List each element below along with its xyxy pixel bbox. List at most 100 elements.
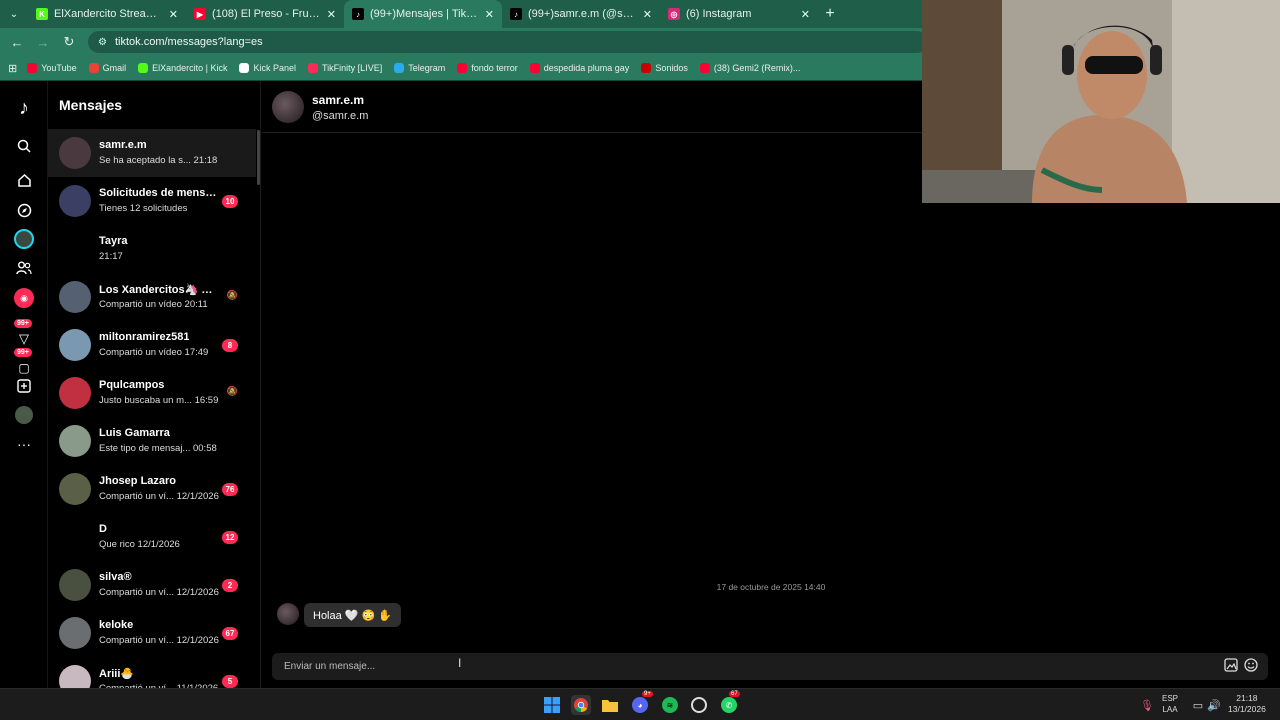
conversation-item[interactable]: Solicitudes de mensaj... Tienes 12 solic…	[48, 177, 256, 225]
windows-start-icon[interactable]	[542, 695, 562, 715]
bookmark-label: ElXandercito | Kick	[152, 63, 228, 73]
browser-tab[interactable]: ◎ (6) Instagram ✕	[660, 0, 818, 28]
conversation-item[interactable]: miltonramirez581 Compartió un vídeo 17:4…	[48, 321, 256, 369]
tab-search-icon[interactable]: ⌄	[0, 0, 28, 28]
microphone-icon[interactable]: 🎙	[1137, 695, 1157, 715]
chat-avatar[interactable]	[272, 91, 304, 123]
conversation-preview: Tienes 12 solicitudes	[99, 203, 188, 214]
inbox-badge: 99+	[14, 319, 32, 328]
bookmark-item[interactable]: fondo terror	[457, 63, 518, 73]
search-icon[interactable]	[12, 134, 36, 158]
apps-icon[interactable]: ⊞	[8, 62, 17, 75]
bookmark-item[interactable]: despedida pluma gay	[529, 63, 629, 73]
conversation-item[interactable]: Jhosep Lazaro Compartió un ví... 12/1/20…	[48, 465, 256, 513]
tiktok-nav-rail: ♪ ◉ 99+ ▽ 99+ ▢ ···	[0, 81, 48, 688]
clock-time: 21:18	[1236, 693, 1258, 703]
chat-handle[interactable]: @samr.e.m	[312, 110, 368, 122]
forward-icon[interactable]: →	[32, 31, 54, 53]
unread-badge: 2	[222, 579, 238, 592]
conversation-item[interactable]: Los Xandercitos🦄 🍑 ... Compartió un víde…	[48, 273, 256, 321]
conversation-name: Solicitudes de mensaj...	[99, 187, 219, 199]
conversation-item[interactable]: D Que rico 12/1/2026 12	[48, 513, 256, 561]
obs-icon[interactable]	[689, 695, 709, 715]
bookmark-item[interactable]: Gmail	[88, 63, 126, 73]
discord-icon[interactable]: ◕ 9+	[630, 691, 653, 715]
tab-close-icon[interactable]: ✕	[643, 8, 652, 21]
conversation-list: Mensajes samr.e.m Se ha aceptado la s...…	[48, 81, 261, 688]
conversation-item[interactable]: samr.e.m Se ha aceptado la s... 21:18	[48, 129, 256, 177]
conversation-item[interactable]: Tayra 21:17	[48, 225, 256, 273]
unread-badge: 8	[222, 339, 238, 352]
spotify-icon[interactable]: ≋	[660, 695, 680, 715]
home-icon[interactable]	[12, 168, 36, 192]
clock[interactable]: 21:18 13/1/2026	[1228, 693, 1266, 715]
back-icon[interactable]: ←	[6, 31, 28, 53]
tab-close-icon[interactable]: ✕	[485, 8, 494, 21]
bookmark-item[interactable]: TikFinity [LIVE]	[308, 63, 382, 73]
tab-close-icon[interactable]: ✕	[169, 8, 178, 21]
whatsapp-icon[interactable]: ✆ 67	[719, 691, 740, 715]
reload-icon[interactable]: ↻	[58, 31, 80, 53]
friends-icon[interactable]	[12, 256, 36, 280]
bookmark-item[interactable]: (38) Gemi2 (Remix)...	[699, 63, 801, 73]
inbox-icon[interactable]: 99+ ▽	[12, 319, 36, 348]
live-icon[interactable]: ◉	[12, 286, 36, 310]
browser-tab[interactable]: ♪ (99+)samr.e.m (@samr.e.m) | Ti... ✕	[502, 0, 660, 28]
conversation-item[interactable]: Pqulcampos Justo buscaba un m... 16:59 🔕	[48, 369, 256, 417]
file-explorer-icon[interactable]	[600, 695, 620, 715]
browser-tab[interactable]: K ElXandercito Stream - Watch Li... ✕	[28, 0, 186, 28]
bookmark-label: (38) Gemi2 (Remix)...	[713, 63, 801, 73]
conversation-avatar	[59, 185, 91, 217]
webcam-overlay	[922, 0, 1280, 203]
conversation-name: Tayra	[99, 235, 128, 247]
live-avatar-icon[interactable]	[12, 227, 36, 251]
browser-tab[interactable]: ▶ (108) El Preso - Fruko y Sus Teso... ✕	[186, 0, 344, 28]
tab-close-icon[interactable]: ✕	[801, 8, 810, 21]
emoji-icon[interactable]	[1244, 658, 1258, 675]
tab-favicon-icon: ♪	[510, 8, 522, 20]
language-indicator[interactable]: ESP LAA	[1162, 693, 1178, 715]
tab-favicon-icon: ♪	[352, 8, 364, 20]
clock-date: 13/1/2026	[1228, 704, 1266, 714]
chrome-icon[interactable]	[571, 695, 591, 715]
conversation-item[interactable]: keloke Compartió un ví... 12/1/2026 67	[48, 609, 256, 657]
chat-username[interactable]: samr.e.m	[312, 93, 364, 107]
tiktok-logo-icon[interactable]: ♪	[12, 96, 36, 120]
url-field[interactable]: ⚙ tiktok.com/messages?lang=es	[88, 31, 928, 53]
conversation-item[interactable]: Luis Gamarra Este tipo de mensaj... 00:5…	[48, 417, 256, 465]
message-input[interactable]: Enviar un mensaje...	[272, 653, 1268, 680]
message-avatar[interactable]	[277, 603, 299, 625]
upload-icon[interactable]	[12, 374, 36, 398]
bookmark-label: fondo terror	[471, 63, 518, 73]
tab-close-icon[interactable]: ✕	[327, 8, 336, 21]
volume-icon[interactable]: 🔊	[1204, 695, 1224, 715]
conversation-name: Ariii🐣	[99, 668, 135, 680]
browser-tab[interactable]: ♪ (99+)Mensajes | TikTok ✕	[344, 0, 502, 28]
bookmark-favicon-icon	[641, 63, 652, 73]
tab-title: ElXandercito Stream - Watch Li...	[54, 8, 163, 20]
conversation-item[interactable]: silva® Compartió un ví... 12/1/2026 2	[48, 561, 256, 609]
site-info-icon[interactable]: ⚙	[98, 37, 107, 48]
bookmark-item[interactable]: YouTube	[27, 63, 77, 73]
bookmark-item[interactable]: Kick Panel	[239, 63, 296, 73]
profile-avatar-icon[interactable]	[12, 403, 36, 427]
explore-icon[interactable]	[12, 198, 36, 222]
conversation-preview: Compartió un ví... 12/1/2026	[99, 635, 219, 646]
bookmark-favicon-icon	[239, 63, 250, 73]
conversation-scrollbar[interactable]	[257, 130, 260, 185]
bookmark-favicon-icon	[529, 63, 540, 73]
message-bubble[interactable]: Holaa 🤍 😳 ✋	[304, 603, 401, 627]
new-tab-button[interactable]: +	[818, 0, 842, 28]
more-icon[interactable]: ···	[12, 432, 36, 456]
conversation-name: samr.e.m	[99, 139, 147, 151]
bookmark-item[interactable]: ElXandercito | Kick	[138, 63, 227, 73]
messages-badge: 99+	[14, 348, 32, 357]
conversation-name: keloke	[99, 619, 134, 631]
conversation-item[interactable]: Ariii🐣 Compartió un ví... 11/1/20265	[48, 657, 256, 688]
conversation-name: Jhosep Lazaro	[99, 475, 177, 487]
conversation-preview: Compartió un ví... 12/1/2026	[99, 587, 219, 598]
bookmark-item[interactable]: Sonidos	[641, 63, 688, 73]
bookmark-item[interactable]: Telegram	[394, 63, 445, 73]
language-top: ESP	[1162, 694, 1179, 703]
image-upload-icon[interactable]	[1224, 658, 1238, 675]
